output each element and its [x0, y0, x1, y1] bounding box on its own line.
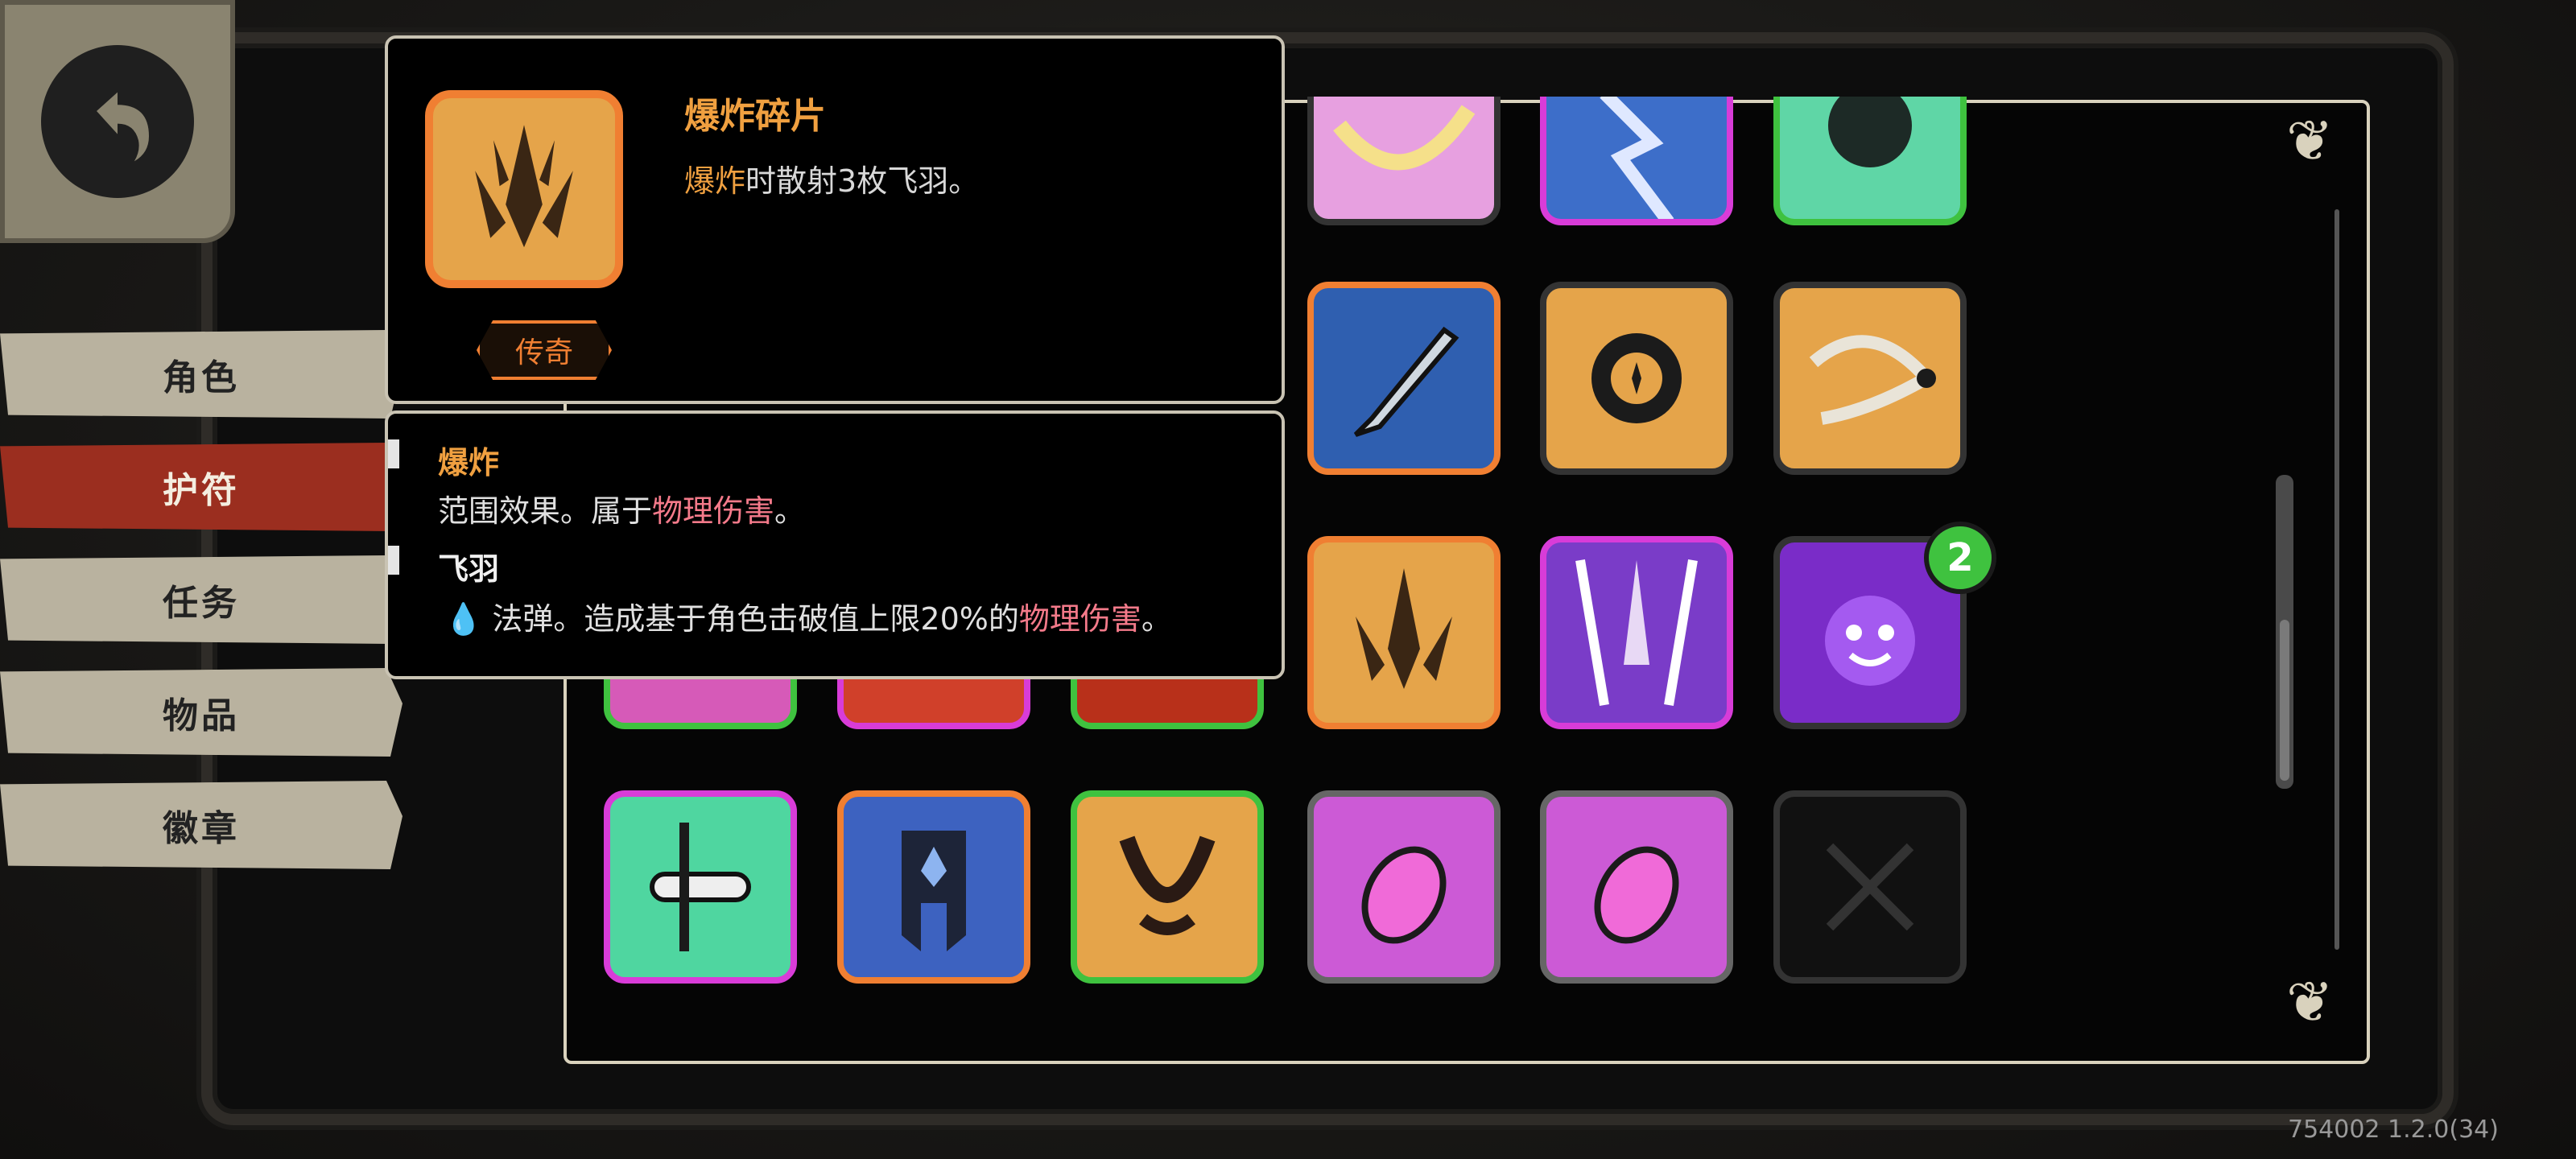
keyword-description: 💧 法弹。造成基于角色击破值上限20%的物理伤害。 [444, 594, 1172, 638]
keyword-text: 范围效果。属于 [438, 493, 653, 529]
close-icon [1826, 843, 1914, 931]
scroll-track [2334, 209, 2339, 950]
tab-badges[interactable]: 徽章 [0, 781, 402, 869]
keyword-title: 爆炸 [438, 445, 500, 481]
charm-slot[interactable] [1540, 790, 1733, 984]
charm-slot-selected[interactable] [1307, 536, 1501, 729]
charm-slot[interactable] [604, 790, 797, 984]
target-icon [1591, 333, 1682, 423]
tab-quests[interactable]: 任务 [0, 555, 402, 644]
version-label: 754002 1.2.0(34) [2288, 1116, 2499, 1144]
keyword-marker [388, 546, 399, 575]
charm-slot[interactable] [1307, 790, 1501, 984]
chain-icon [1809, 335, 1937, 425]
charm-slot-empty[interactable] [1773, 790, 1967, 984]
tab-items[interactable]: 物品 [0, 668, 402, 757]
charm-description: 爆炸时散射3枚飞羽。 [684, 156, 979, 200]
count-badge: 2 [1924, 522, 1996, 594]
potion-icon [1594, 846, 1679, 944]
charm-slot[interactable] [1071, 790, 1264, 984]
charm-slot[interactable] [1307, 282, 1501, 475]
keyword-tooltip: 爆炸 范围效果。属于物理伤害。 飞羽 💧 法弹。造成基于角色击破值上限20%的物… [385, 410, 1285, 679]
keyword-title: 飞羽 [438, 551, 500, 587]
keyword-text: 。 [1141, 601, 1172, 637]
category-tabs: 角色 护符 任务 物品 徽章 [0, 330, 402, 893]
keyword-text: 法弹。造成基于角色击破值上限20%的 [492, 601, 1019, 637]
keyword-marker [388, 439, 399, 468]
charm-slot[interactable] [1773, 282, 1967, 475]
potion-icon [1361, 846, 1447, 944]
charm-slot[interactable] [1540, 536, 1733, 729]
charm-slot[interactable] [1773, 97, 1967, 225]
rarity-badge: 传奇 [477, 320, 612, 380]
description-keyword: 爆炸 [684, 163, 746, 199]
keyword-description: 范围效果。属于物理伤害。 [438, 486, 805, 530]
tab-character[interactable]: 角色 [0, 330, 402, 419]
feather-icon: 💧 [444, 601, 483, 637]
back-arrow-icon [97, 92, 149, 162]
ribbon-icon [1333, 105, 1476, 171]
hood-icon [1828, 97, 1912, 167]
corner-ornament-bottom: ❦ [2286, 969, 2334, 1035]
tooth-icon [902, 831, 966, 951]
bullet-icon [650, 823, 751, 951]
charm-slot[interactable] [1540, 282, 1733, 475]
charm-title: 爆炸碎片 [684, 96, 826, 137]
charm-slot[interactable] [1540, 97, 1733, 225]
back-circle [41, 45, 194, 198]
damage-type: 物理伤害 [1018, 601, 1141, 637]
dagger-icon [1353, 326, 1459, 437]
keyword-text: 。 [774, 493, 806, 529]
mask-icon [1119, 835, 1216, 935]
tab-charms[interactable]: 护符 [0, 443, 402, 531]
description-text: 时散射3枚飞羽。 [745, 163, 980, 199]
spiky-ghost-icon [1825, 596, 1915, 686]
corner-ornament-top: ❦ [2286, 108, 2334, 174]
charm-tooltip: 传奇 爆炸碎片 爆炸时散射3枚飞羽。 [385, 35, 1285, 404]
charm-preview [425, 90, 623, 288]
shards-icon [475, 125, 573, 248]
lightning-icon [1600, 97, 1674, 219]
damage-type: 物理伤害 [652, 493, 775, 529]
scrollbar-thumb[interactable] [2280, 620, 2289, 781]
charm-slot[interactable] [1307, 97, 1501, 225]
spike-icon [1575, 559, 1698, 706]
shards-icon [1356, 568, 1452, 689]
charm-slot[interactable] [837, 790, 1030, 984]
back-button[interactable] [0, 0, 235, 243]
